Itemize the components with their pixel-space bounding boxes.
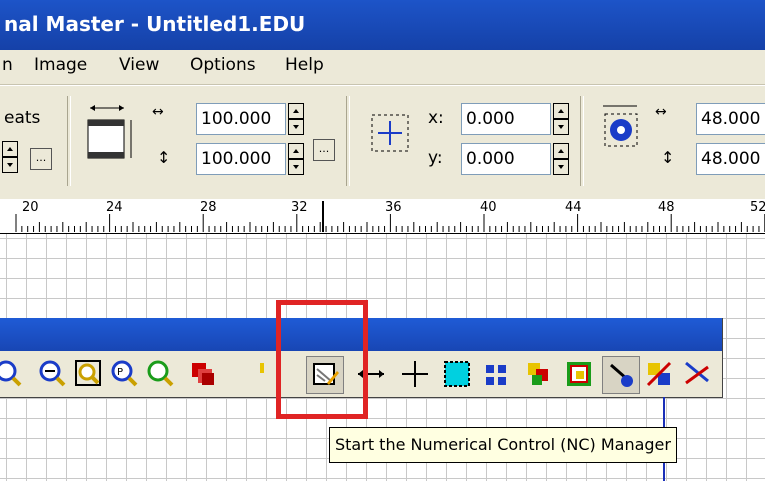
ruler-label: 24 [106,200,123,215]
size-icon [87,105,132,159]
position-icon [371,114,409,152]
zoom-selection-icon[interactable] [144,357,178,391]
group-icon[interactable] [522,357,556,391]
ruler-label: 52 [750,200,765,215]
y-spinner[interactable] [553,143,569,175]
ruler-label: 32 [291,200,308,215]
hole-size-icon [603,105,638,147]
zoom-previous-icon[interactable]: P [108,357,142,391]
view-icon [610,363,633,387]
height-field[interactable]: 100.000 [196,143,286,175]
height-icon: ↕ [157,148,171,167]
ruler-label: 20 [22,200,39,215]
x-spinner[interactable] [553,103,569,135]
toolbar-separator [346,96,350,186]
highlight-box [276,300,368,419]
menu-item-partial[interactable]: n [2,55,13,75]
toolbar-separator [67,96,71,186]
ruler-label: 28 [200,200,217,215]
cut-icon[interactable] [680,357,714,391]
ungroup-icon[interactable] [562,357,596,391]
ruler-label: 36 [385,200,402,215]
hole-width-field[interactable]: 48.000 [696,103,765,135]
width-field[interactable]: 100.000 [196,103,286,135]
ruler-label: 44 [565,200,582,215]
menu-item-view[interactable]: View [119,55,159,75]
width-spinner[interactable] [288,103,304,135]
ruler-label: 48 [658,200,675,215]
svg-text:P: P [117,367,123,378]
toolbar-separator [580,96,584,186]
repeats-label: eats [4,108,41,128]
y-field[interactable]: 0.000 [461,143,551,175]
repeats-options-button[interactable]: ... [30,148,52,170]
color-swap-icon[interactable] [642,357,676,391]
menu-bar: n Image View Options Help [0,50,765,85]
repeats-spinner[interactable] [2,141,18,173]
width-icon: ↔ [152,104,164,120]
grid-dots-icon[interactable] [480,357,514,391]
menu-item-options[interactable]: Options [190,55,256,75]
menu-item-help[interactable]: Help [285,55,324,75]
zoom-extents-icon[interactable] [72,357,106,391]
title-bar: nal Master - Untitled1.EDU [0,0,765,50]
height-spinner[interactable] [288,143,304,175]
size-options-button[interactable]: ... [313,139,335,161]
view-toggle-button[interactable] [602,356,640,394]
tooltip: Start the Numerical Control (NC) Manager [329,427,677,463]
select-area-icon[interactable] [440,357,474,391]
move-icon[interactable] [398,357,432,391]
zoom-icon[interactable] [0,357,26,391]
hole-height-icon: ↕ [661,148,675,167]
layers-icon[interactable] [186,357,220,391]
zoom-out-icon[interactable] [36,357,70,391]
ruler-label: 40 [480,200,497,215]
hole-height-field[interactable]: 48.000 [696,143,765,175]
x-field[interactable]: 0.000 [461,103,551,135]
window-title: nal Master - Untitled1.EDU [4,12,306,36]
x-label: x: [428,108,444,128]
menu-item-image[interactable]: Image [34,55,87,75]
y-label: y: [428,148,443,168]
hole-width-icon: ↔ [655,104,667,120]
horizontal-ruler: 20 24 28 32 36 40 44 48 52 [0,199,765,234]
properties-toolbar: eats ... ↔ ↕ 100.000 100.000 ... x: y: 0… [0,85,765,200]
